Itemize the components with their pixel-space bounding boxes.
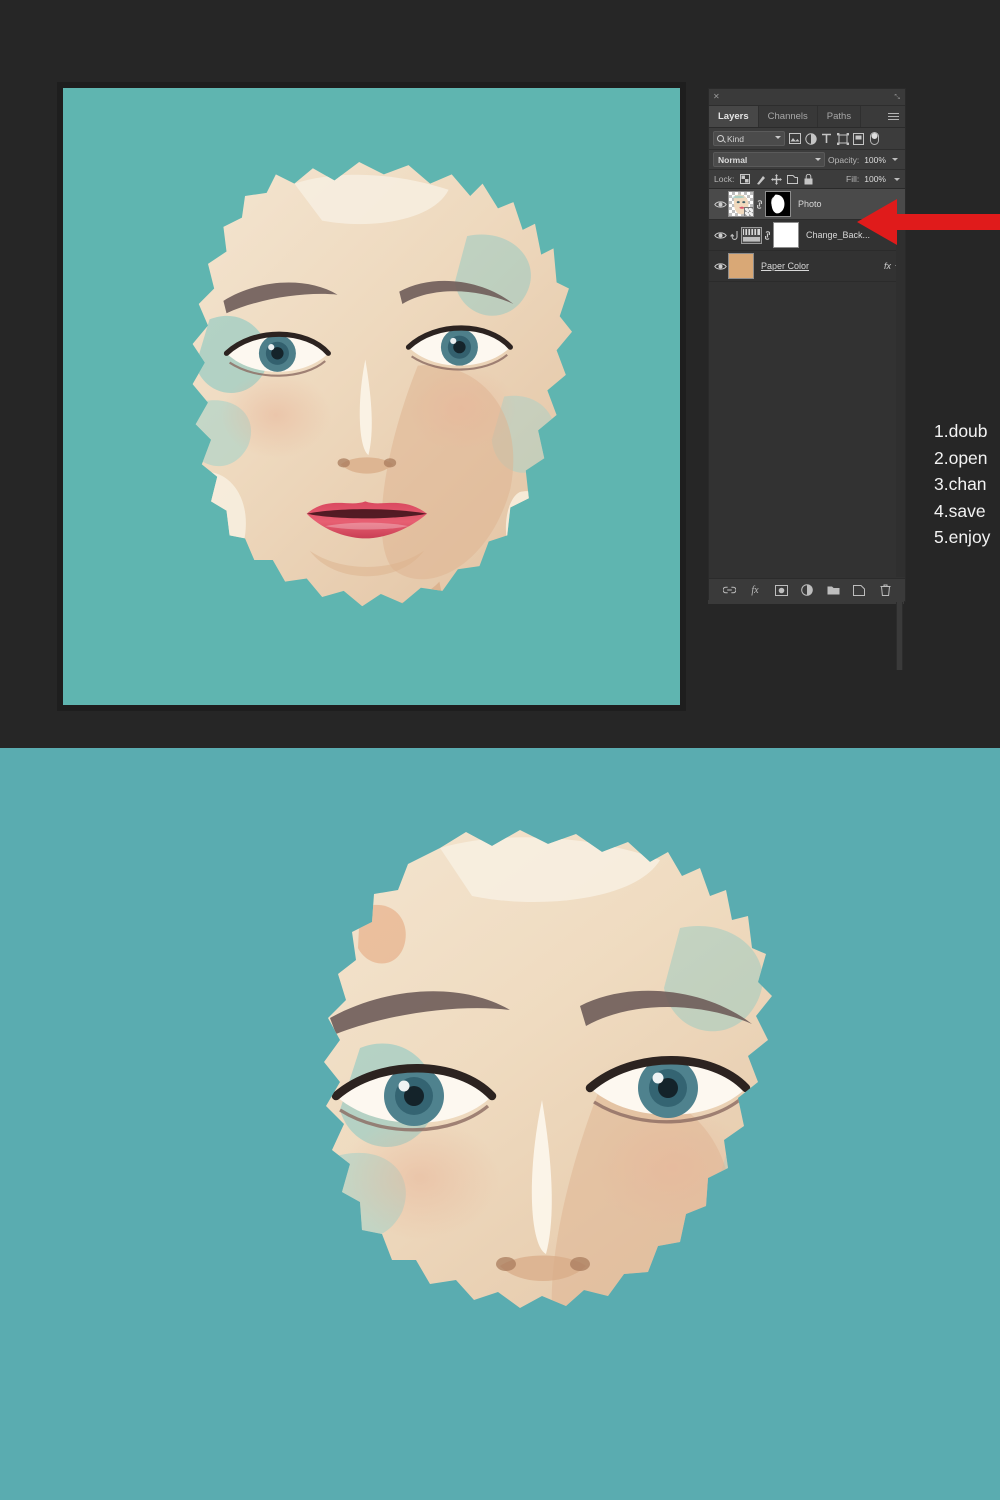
lock-row: Lock: Fill: 100%	[709, 170, 905, 189]
screenshot-root: ✕ ⤡ Layers Channels Paths Kind Normal Op…	[0, 0, 1000, 1500]
solid-color-swatch-thumbnail[interactable]	[728, 253, 754, 279]
chevron-down-icon	[815, 158, 821, 161]
layer-name[interactable]: Photo	[798, 199, 822, 209]
blend-mode-value: Normal	[718, 154, 748, 165]
shape-layer-filter-icon[interactable]	[836, 132, 849, 145]
lock-label: Lock:	[714, 174, 735, 184]
gradient-map-adjustment-thumbnail[interactable]	[740, 226, 762, 244]
photo-layer-thumbnail[interactable]	[728, 191, 754, 217]
instruction-steps: 1.doub 2.open 3.chan 4.save 5.enjoy	[934, 418, 1000, 551]
panel-dock-divider	[896, 602, 903, 670]
panel-titlebar: ✕ ⤡	[709, 89, 905, 106]
link-icon[interactable]	[754, 198, 765, 211]
lock-artboard-nesting-icon[interactable]	[787, 174, 799, 185]
layer-mask-thumbnail[interactable]	[765, 191, 791, 217]
chevron-down-icon	[775, 136, 781, 139]
left-pointing-red-arrow	[857, 199, 1000, 245]
instruction-step-5: 5.enjoy	[934, 527, 991, 547]
blend-mode-row: Normal Opacity: 100%	[709, 150, 905, 170]
add-layer-mask-icon[interactable]	[774, 584, 788, 597]
layer-filter-row: Kind	[709, 128, 905, 150]
opacity-value[interactable]: 100%	[864, 155, 886, 165]
new-group-icon[interactable]	[827, 584, 840, 597]
new-layer-icon[interactable]	[853, 584, 866, 597]
fill-label: Fill:	[846, 174, 860, 184]
instruction-step-2: 2.open	[934, 447, 988, 468]
clipping-mask-icon	[728, 230, 740, 241]
document-canvas[interactable]	[63, 88, 680, 705]
final-result-section	[0, 748, 1000, 1500]
white-layer-mask-thumbnail[interactable]	[773, 222, 799, 248]
layers-panel[interactable]: ✕ ⤡ Layers Channels Paths Kind Normal Op…	[708, 88, 906, 602]
instruction-step-3: 3.chan	[934, 474, 987, 494]
filter-kind-label: Kind	[727, 133, 745, 144]
tab-layers[interactable]: Layers	[709, 106, 759, 127]
adjustment-layer-filter-icon[interactable]	[804, 132, 817, 145]
instruction-step-1: 1.doub	[934, 421, 988, 441]
add-layer-style-fx-icon[interactable]: fx	[749, 584, 762, 597]
smart-object-filter-icon[interactable]	[852, 132, 865, 145]
editor-top-section: ✕ ⤡ Layers Channels Paths Kind Normal Op…	[0, 0, 1000, 748]
eye-icon[interactable]	[712, 262, 728, 271]
artwork-bottom	[0, 748, 1000, 1500]
tab-paths[interactable]: Paths	[817, 106, 862, 127]
panel-dock-edge	[708, 600, 904, 604]
opacity-label: Opacity:	[828, 154, 860, 165]
chevron-down-icon[interactable]	[891, 158, 898, 161]
type-layer-filter-icon[interactable]	[820, 132, 833, 145]
filter-kind-select[interactable]: Kind	[713, 131, 785, 146]
panel-tab-bar: Layers Channels Paths	[709, 106, 905, 128]
lock-all-icon[interactable]	[803, 173, 814, 185]
collapse-panel-icon[interactable]: ⤡	[894, 93, 900, 102]
close-icon[interactable]: ✕	[713, 92, 720, 102]
filter-toggle-switch-icon[interactable]	[868, 132, 881, 145]
blend-mode-select[interactable]: Normal	[713, 152, 825, 167]
fx-label: fx	[883, 261, 891, 271]
layers-panel-toolbar: fx	[709, 578, 905, 601]
link-icon[interactable]	[762, 229, 773, 242]
eye-icon[interactable]	[712, 231, 728, 240]
panel-scrollbar[interactable]	[896, 228, 905, 577]
pixel-layer-filter-icon[interactable]	[788, 132, 801, 145]
fill-value[interactable]: 100%	[864, 174, 886, 184]
chevron-down-icon[interactable]	[894, 177, 900, 181]
tab-channels[interactable]: Channels	[758, 106, 818, 127]
lock-position-icon[interactable]	[771, 173, 783, 185]
artwork-top	[63, 88, 680, 705]
hamburger-menu-icon[interactable]	[888, 106, 899, 127]
layer-row-paper-color[interactable]: Paper Color fx	[709, 251, 905, 282]
magnifier-icon	[717, 135, 724, 142]
new-adjustment-layer-icon[interactable]	[801, 584, 814, 597]
eye-icon[interactable]	[712, 200, 728, 209]
layer-list-empty-area[interactable]	[709, 282, 905, 534]
instruction-step-4: 4.save	[934, 500, 986, 521]
lock-transparent-pixels-icon[interactable]	[739, 174, 750, 185]
lock-image-pixels-icon[interactable]	[755, 174, 766, 185]
layer-name[interactable]: Paper Color	[761, 261, 809, 271]
delete-layer-icon[interactable]	[879, 584, 892, 597]
link-layers-icon[interactable]	[722, 584, 736, 597]
